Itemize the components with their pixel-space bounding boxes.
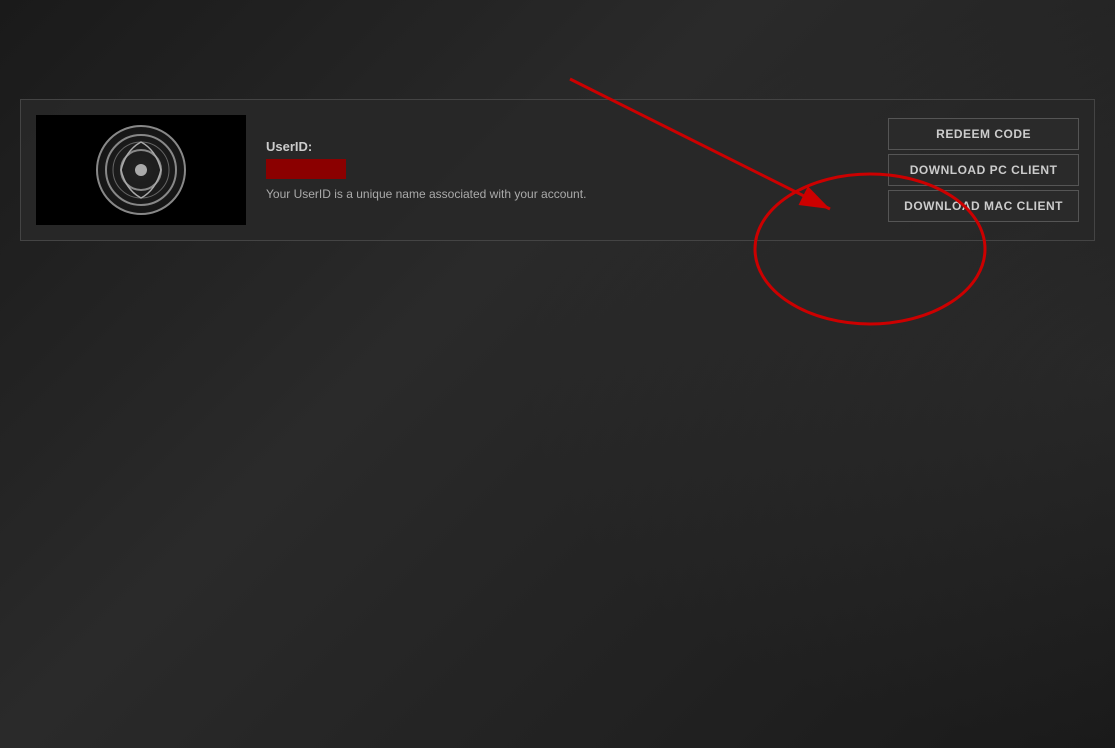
user-info-panel: UserID: Your UserID is a unique name ass… [20,99,1095,241]
redeem-code-button[interactable]: REDEEM CODE [888,118,1079,150]
userid-value [266,159,346,179]
eso-emblem-svg [101,130,181,210]
game-logo-image [36,115,246,225]
page-wrapper: The Elder Scrolls Online STORE SUPPORT °… [0,0,1115,748]
download-mac-button[interactable]: DOWNLOAD MAC CLIENT [888,190,1079,222]
action-buttons: REDEEM CODE DOWNLOAD PC CLIENT DOWNLOAD … [888,118,1079,222]
user-details: UserID: Your UserID is a unique name ass… [266,139,868,201]
eso-emblem [96,125,186,215]
download-pc-button[interactable]: DOWNLOAD PC CLIENT [888,154,1079,186]
userid-description: Your UserID is a unique name associated … [266,187,868,201]
userid-label: UserID: [266,139,868,154]
